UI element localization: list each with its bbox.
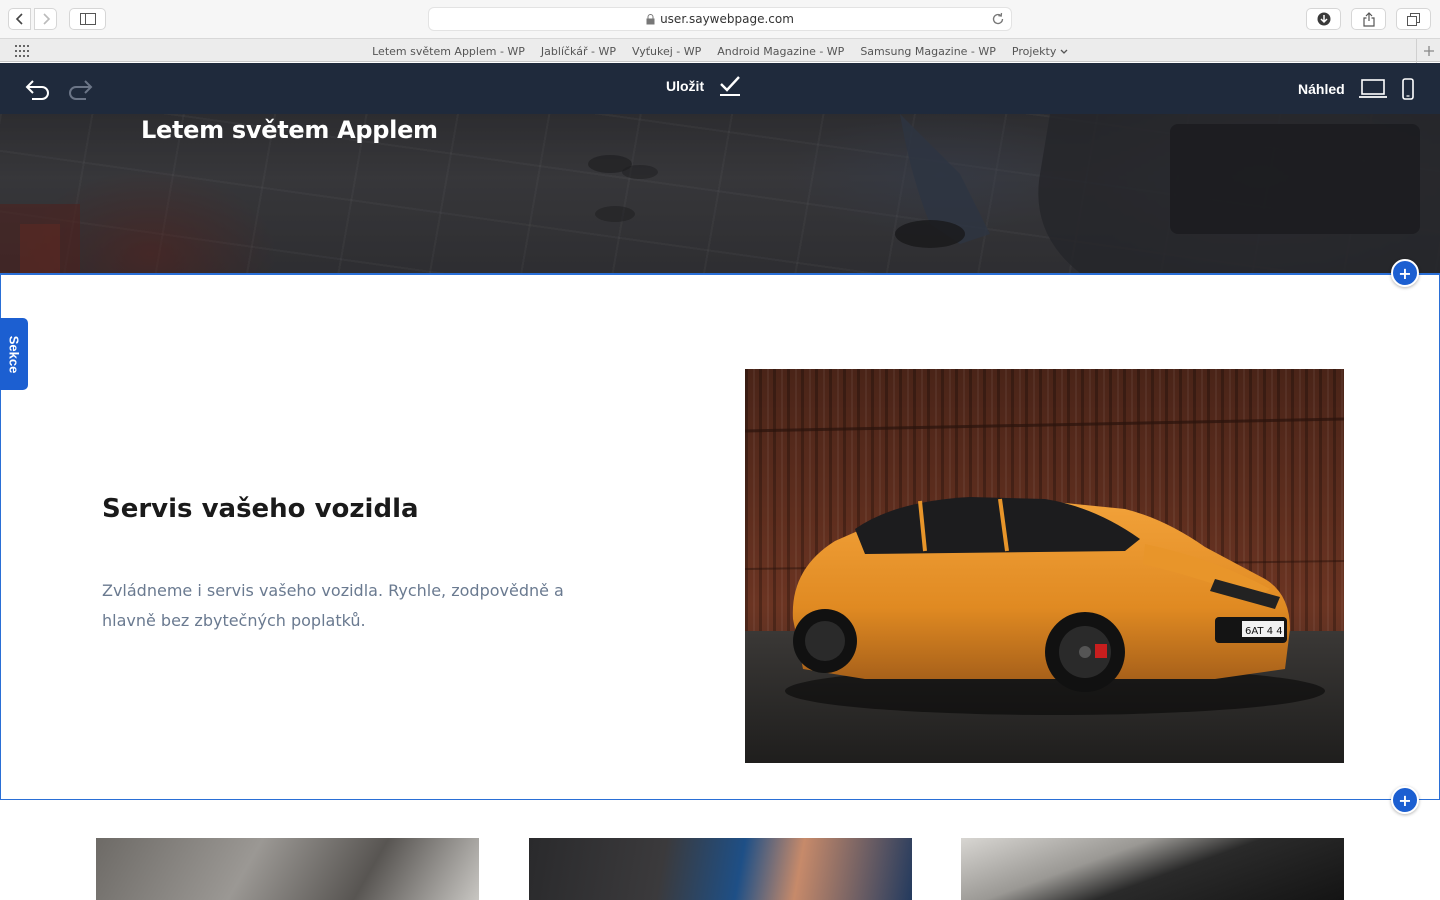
chevron-down-icon [1060, 49, 1068, 54]
save-button[interactable]: Uložit [666, 75, 742, 97]
service-card-image-2[interactable] [529, 838, 912, 900]
hero-title[interactable]: Letem světem Applem [141, 116, 438, 144]
downloads-button[interactable] [1306, 8, 1341, 30]
plus-icon [1423, 46, 1434, 56]
download-icon [1317, 12, 1330, 26]
sections-panel-tab[interactable]: Sekce [0, 318, 28, 390]
redo-icon[interactable] [66, 76, 94, 102]
share-button[interactable] [1351, 8, 1386, 30]
address-bar[interactable]: user.saywebpage.com [428, 7, 1012, 31]
checkmark-icon [720, 76, 741, 96]
back-button[interactable] [8, 8, 31, 30]
sections-panel-label: Sekce [6, 335, 22, 373]
license-plate-text: 6AT 4 4 [1245, 626, 1283, 637]
share-icon [1362, 11, 1375, 27]
favorites-bar: Letem světem Applem - WP Jablíčkář - WP … [0, 38, 1440, 63]
favorite-android-magazine[interactable]: Android Magazine - WP [717, 45, 844, 58]
car-image: 6AT 4 4 [745, 369, 1344, 763]
editor-toolbar: Uložit Náhled [0, 63, 1440, 114]
favorite-vytukej[interactable]: Vyťukej - WP [632, 45, 701, 58]
add-section-above-button[interactable]: + [1391, 259, 1419, 287]
lock-icon [646, 13, 655, 24]
sidebar-toggle-button[interactable] [69, 8, 106, 30]
service-card-image-3[interactable] [961, 838, 1344, 900]
favorite-jablickar[interactable]: Jablíčkář - WP [541, 45, 616, 58]
preview-button[interactable]: Náhled [1298, 81, 1345, 97]
favorite-samsung-magazine[interactable]: Samsung Magazine - WP [860, 45, 996, 58]
undo-icon[interactable] [24, 76, 52, 102]
sidebar-icon [79, 13, 96, 25]
desktop-view-icon[interactable] [1359, 79, 1387, 99]
hero-section[interactable]: Letem světem Applem [0, 114, 1440, 273]
tabs-icon [1407, 12, 1420, 26]
chevron-left-icon [15, 13, 23, 25]
car-photo[interactable]: 6AT 4 4 [745, 369, 1344, 763]
mobile-view-icon[interactable] [1402, 78, 1414, 100]
add-tab-button[interactable] [1416, 39, 1440, 63]
forward-button[interactable] [34, 8, 57, 30]
tabs-overview-button[interactable] [1396, 8, 1431, 30]
favorites-list: Letem světem Applem - WP Jablíčkář - WP … [0, 39, 1440, 63]
favorite-letem-svetem-applem[interactable]: Letem světem Applem - WP [372, 45, 525, 58]
section-heading[interactable]: Servis vašeho vozidla [102, 494, 419, 524]
favorite-projekty[interactable]: Projekty [1012, 45, 1068, 58]
save-label: Uložit [666, 78, 705, 94]
section-text[interactable]: Zvládneme i servis vašeho vozidla. Rychl… [102, 576, 602, 636]
browser-toolbar: user.saywebpage.com [0, 0, 1440, 38]
url-text: user.saywebpage.com [660, 12, 794, 26]
reload-icon[interactable] [991, 11, 1005, 27]
chevron-right-icon [42, 13, 50, 25]
service-card-image-1[interactable] [96, 838, 479, 900]
favorite-projekty-label: Projekty [1011, 44, 1057, 58]
add-section-below-button[interactable]: + [1391, 786, 1419, 814]
